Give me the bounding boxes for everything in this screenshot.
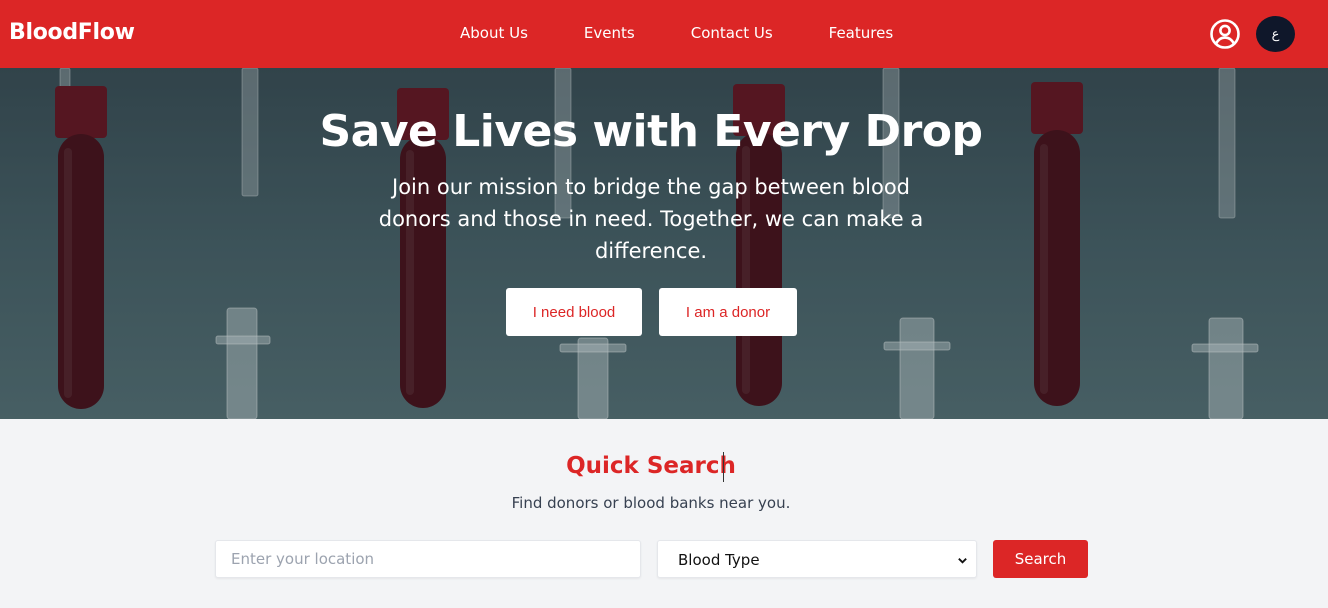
hero-subtitle: Join our mission to bridge the gap betwe…: [378, 175, 924, 263]
nav-link-events[interactable]: Events: [584, 24, 635, 42]
location-input[interactable]: [215, 540, 641, 578]
nav-link-contact-us[interactable]: Contact Us: [691, 24, 773, 42]
user-circle-icon[interactable]: [1209, 18, 1241, 50]
chevron-down-icon: [958, 558, 967, 564]
blood-type-select-value: Blood Type: [678, 551, 760, 569]
nav-links: About Us Events Contact Us Features: [460, 24, 949, 42]
language-toggle-button[interactable]: ع: [1256, 16, 1295, 52]
hero-title: Save Lives with Every Drop: [319, 106, 983, 157]
navbar: BloodFlow About Us Events Contact Us Fea…: [0, 0, 1328, 68]
search-button[interactable]: Search: [993, 540, 1088, 578]
quick-search-subtitle: Find donors or blood banks near you.: [511, 494, 791, 512]
blood-type-select[interactable]: Blood Type: [657, 540, 977, 578]
hero-content: Save Lives with Every Drop Join our miss…: [0, 68, 1328, 419]
i-need-blood-button[interactable]: I need blood: [506, 288, 642, 336]
nav-link-features[interactable]: Features: [829, 24, 894, 42]
text-caret: [723, 452, 724, 482]
i-am-a-donor-button[interactable]: I am a donor: [659, 288, 797, 336]
nav-link-about-us[interactable]: About Us: [460, 24, 528, 42]
hero-section: Save Lives with Every Drop Join our miss…: [0, 68, 1328, 419]
brand-logo[interactable]: BloodFlow: [9, 20, 135, 45]
quick-search-title: Quick Search: [566, 453, 736, 479]
